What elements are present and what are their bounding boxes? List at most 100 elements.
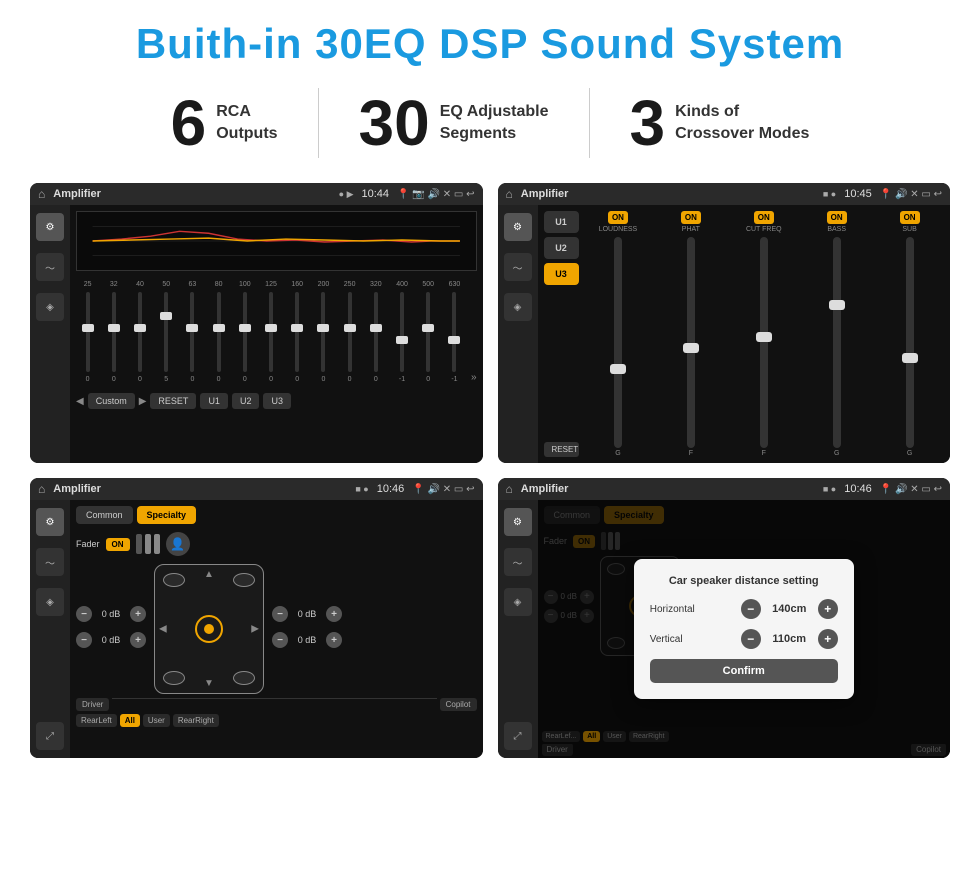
btn-all[interactable]: All <box>120 714 140 727</box>
toggle-bass[interactable]: ON <box>827 211 847 224</box>
main-title: Buith-in 30EQ DSP Sound System <box>30 20 950 68</box>
u1-btn-1[interactable]: U1 <box>200 393 228 409</box>
reset-btn-2[interactable]: RESET <box>544 442 579 457</box>
slider-phat[interactable] <box>687 237 695 448</box>
screen-body-2: ⚙ 〜 ◈ U1 U2 U3 RESET <box>498 205 951 463</box>
sidebar-btn-4-vol[interactable]: ◈ <box>504 588 532 616</box>
confirm-button[interactable]: Confirm <box>650 659 838 683</box>
sidebar-btn-3-expand[interactable]: ⤢ <box>36 722 64 750</box>
toggle-loudness[interactable]: ON <box>608 211 628 224</box>
horizontal-label: Horizontal <box>650 604 710 615</box>
slider-sub[interactable] <box>906 237 914 448</box>
sidebar-btn-2-vol[interactable]: ◈ <box>504 293 532 321</box>
btn-rearright[interactable]: RearRight <box>173 714 219 727</box>
eq-slider-100: 100 0 <box>233 281 256 383</box>
tab-specialty[interactable]: Specialty <box>137 506 197 524</box>
preset-u1[interactable]: U1 <box>544 211 579 233</box>
arrow-down[interactable]: ▼ <box>204 678 214 689</box>
preset-u2[interactable]: U2 <box>544 237 579 259</box>
channel-cutfreq: ON CUT FREQ F <box>729 211 798 457</box>
preset-custom[interactable]: Custom <box>88 393 135 409</box>
fader-row: Fader ON 👤 <box>76 532 477 556</box>
stat-text-crossover: Kinds of Crossover Modes <box>675 101 809 146</box>
preset-u3[interactable]: U3 <box>544 263 579 285</box>
page-wrapper: Buith-in 30EQ DSP Sound System 6 RCA Out… <box>0 0 980 778</box>
sidebar-btn-3-wave[interactable]: 〜 <box>36 548 64 576</box>
minus-tl[interactable]: − <box>76 606 92 622</box>
minus-br[interactable]: − <box>272 632 288 648</box>
sidebar-btn-4-expand[interactable]: ⤢ <box>504 722 532 750</box>
speaker-buttons: Driver Copilot <box>76 698 477 711</box>
channel-phat: ON PHAT F <box>656 211 725 457</box>
fader-bar-3 <box>154 534 160 554</box>
stats-row: 6 RCA Outputs 30 EQ Adjustable Segments … <box>30 88 950 158</box>
btn-driver[interactable]: Driver <box>76 698 109 711</box>
arrow-right[interactable]: ▶ <box>251 624 259 635</box>
plus-br[interactable]: + <box>326 632 342 648</box>
slider-bass[interactable] <box>833 237 841 448</box>
status-icons-4: 📍 🔊 ✕ ▭ ↩ <box>880 484 942 495</box>
fader-label: Fader <box>76 539 100 549</box>
horizontal-plus[interactable]: + <box>818 599 838 619</box>
sep-1 <box>112 698 436 699</box>
u2-btn-1[interactable]: U2 <box>232 393 260 409</box>
time-2: 10:45 <box>844 188 872 200</box>
screen-body-1: ⚙ 〜 ◈ <box>30 205 483 463</box>
minus-bl[interactable]: − <box>76 632 92 648</box>
eq-slider-40: 40 0 <box>128 281 151 383</box>
next-icon[interactable]: ▶ <box>139 396 147 407</box>
slider-loudness[interactable] <box>614 237 622 448</box>
eq-slider-630: 630 -1 <box>443 281 466 383</box>
dsp-content: U1 U2 U3 RESET ON LOUDNESS <box>544 211 945 457</box>
home-icon-3: ⌂ <box>38 482 45 496</box>
db-value-tl: 0 dB <box>96 609 126 619</box>
fader-toggle[interactable]: ON <box>106 538 130 551</box>
horizontal-minus[interactable]: − <box>741 599 761 619</box>
stat-text-eq: EQ Adjustable Segments <box>440 101 549 146</box>
slider-cutfreq[interactable] <box>760 237 768 448</box>
time-3: 10:46 <box>377 483 405 495</box>
sidebar-btn-2-eq[interactable]: ⚙ <box>504 213 532 241</box>
status-icons-3: 📍 🔊 ✕ ▭ ↩ <box>412 484 474 495</box>
screens-grid: ⌂ Amplifier ● ▶ 10:44 📍 📷 🔊 ✕ ▭ ↩ ⚙ 〜 ◈ <box>30 183 950 758</box>
prev-icon[interactable]: ◀ <box>76 396 84 407</box>
sidebar-btn-2-wave[interactable]: 〜 <box>504 253 532 281</box>
toggle-phat[interactable]: ON <box>681 211 701 224</box>
sidebar-btn-4-eq[interactable]: ⚙ <box>504 508 532 536</box>
status-icons-2: 📍 🔊 ✕ ▭ ↩ <box>880 189 942 200</box>
arrow-up[interactable]: ▲ <box>204 569 214 580</box>
sidebar-btn-eq[interactable]: ⚙ <box>36 213 64 241</box>
stat-number-30: 30 <box>359 91 430 155</box>
sidebar-btn-vol[interactable]: ◈ <box>36 293 64 321</box>
toggle-cutfreq[interactable]: ON <box>754 211 774 224</box>
value-sub: G <box>907 450 912 457</box>
fader-bar-2 <box>145 534 151 554</box>
vertical-label: Vertical <box>650 634 710 645</box>
plus-tl[interactable]: + <box>130 606 146 622</box>
db-value-bl: 0 dB <box>96 635 126 645</box>
plus-bl[interactable]: + <box>130 632 146 648</box>
person-icon: 👤 <box>166 532 190 556</box>
toggle-sub[interactable]: ON <box>900 211 920 224</box>
btn-copilot[interactable]: Copilot <box>440 698 477 711</box>
sidebar-btn-4-wave[interactable]: 〜 <box>504 548 532 576</box>
sidebar-btn-wave[interactable]: 〜 <box>36 253 64 281</box>
plus-tr[interactable]: + <box>326 606 342 622</box>
arrow-left[interactable]: ◀ <box>159 624 167 635</box>
minus-tr[interactable]: − <box>272 606 288 622</box>
btn-user[interactable]: User <box>143 714 170 727</box>
reset-btn-1[interactable]: RESET <box>150 393 196 409</box>
tab-common[interactable]: Common <box>76 506 133 524</box>
stat-crossover: 3 Kinds of Crossover Modes <box>590 91 850 155</box>
dsp-presets: U1 U2 U3 RESET <box>544 211 579 457</box>
eq-sliders: 25 0 32 0 40 0 <box>76 277 477 387</box>
vertical-minus[interactable]: − <box>741 629 761 649</box>
app-title-1: Amplifier <box>53 188 330 200</box>
btn-rearleft[interactable]: RearLeft <box>76 714 117 727</box>
sidebar-btn-3-eq[interactable]: ⚙ <box>36 508 64 536</box>
speaker-tr <box>233 573 255 587</box>
vertical-plus[interactable]: + <box>818 629 838 649</box>
sidebar-btn-3-vol[interactable]: ◈ <box>36 588 64 616</box>
screen-eq: ⌂ Amplifier ● ▶ 10:44 📍 📷 🔊 ✕ ▭ ↩ ⚙ 〜 ◈ <box>30 183 483 463</box>
u3-btn-1[interactable]: U3 <box>263 393 291 409</box>
